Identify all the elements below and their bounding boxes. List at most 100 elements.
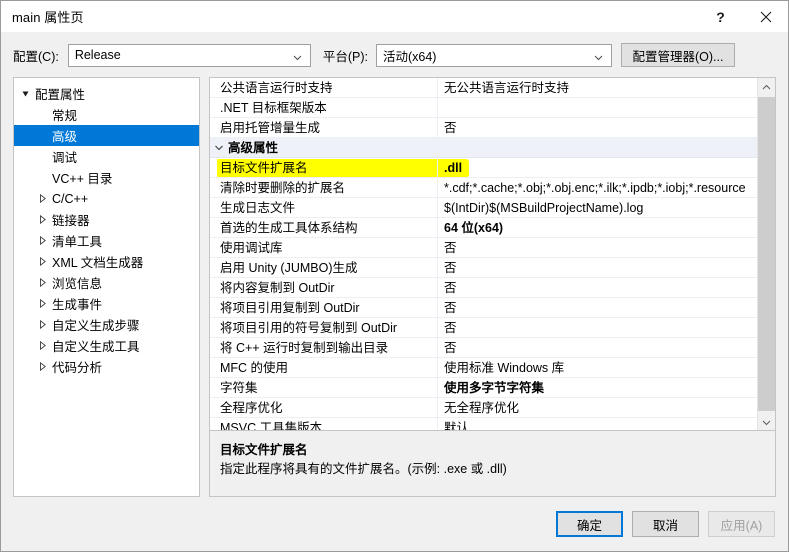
tree-item-6[interactable]: 链接器 <box>14 209 199 230</box>
property-name-cell: 清除时要删除的扩展名 <box>210 177 438 198</box>
property-value-cell[interactable]: 无公共语言运行时支持 <box>438 78 757 98</box>
tree-item-8[interactable]: XML 文档生成器 <box>14 251 199 272</box>
property-value-cell[interactable]: 否 <box>438 318 757 338</box>
property-row[interactable]: 将 C++ 运行时复制到输出目录否 <box>210 337 757 358</box>
property-row[interactable]: 生成日志文件 $(IntDir)$(MSBuildProjectName).log <box>210 197 757 218</box>
tree-item-label: 清单工具 <box>52 235 103 249</box>
property-value-cell[interactable]: 否 <box>438 298 757 318</box>
tree-item-12[interactable]: 自定义生成工具 <box>14 335 199 356</box>
apply-button[interactable]: 应用(A) <box>708 511 775 537</box>
triangle-right-icon <box>36 257 50 266</box>
property-value-cell[interactable]: 否 <box>438 278 757 298</box>
property-value-cell[interactable]: *.cdf;*.cache;*.obj;*.obj.enc;*.ilk;*.ip… <box>438 178 757 198</box>
property-tree[interactable]: 配置属性常规高级调试 VC++ 目录 C/C++ 链接器清单工具 XML 文档生成器浏览… <box>13 77 200 497</box>
property-name-cell: 高级属性 <box>210 138 438 158</box>
cancel-button[interactable]: 取消 <box>632 511 699 537</box>
property-row[interactable]: .NET 目标框架版本 <box>210 97 757 118</box>
tree-item-1[interactable]: 常规 <box>14 104 199 125</box>
property-row[interactable]: 首选的生成工具体系结构 64 位(x64) <box>210 217 757 238</box>
property-value-cell[interactable]: 无全程序优化 <box>438 398 757 418</box>
property-value-cell[interactable]: 否 <box>438 118 757 138</box>
property-row[interactable]: 清除时要删除的扩展名 *.cdf;*.cache;*.obj;*.obj.enc;… <box>210 177 757 198</box>
property-row[interactable]: 全程序优化 无全程序优化 <box>210 397 757 418</box>
property-row[interactable]: 字符集 使用多字节字符集 <box>210 377 757 398</box>
property-row[interactable]: 启用 Unity (JUMBO)生成否 <box>210 257 757 278</box>
property-name-cell: 公共语言运行时支持 <box>210 78 438 98</box>
tree-item-9[interactable]: 浏览信息 <box>14 272 199 293</box>
property-value-cell[interactable]: 使用多字节字符集 <box>438 378 757 398</box>
tree-item-11[interactable]: 自定义生成步骤 <box>14 314 199 335</box>
property-name-cell: 将 C++ 运行时复制到输出目录 <box>210 337 438 358</box>
property-row[interactable]: 使用调试库否 <box>210 237 757 258</box>
property-row[interactable]: 将项目引用复制到 OutDir 否 <box>210 297 757 318</box>
tree-item-label: 浏览信息 <box>52 277 103 291</box>
property-grid[interactable]: 公共语言运行时支持 无公共语言运行时支持 .NET 目标框架版本 启用托管增量生成否高… <box>209 77 776 431</box>
platform-dropdown[interactable]: 活动(x64) <box>375 43 612 67</box>
property-name-cell: 首选的生成工具体系结构 <box>210 217 438 238</box>
tree-item-label: 自定义生成工具 <box>52 340 140 354</box>
tree-item-label: 调试 <box>52 151 78 165</box>
triangle-right-icon <box>36 278 50 287</box>
property-row[interactable]: 将项目引用的符号复制到 OutDir 否 <box>210 317 757 338</box>
property-value-cell[interactable]: 否 <box>438 258 757 278</box>
tree-item-13[interactable]: 代码分析 <box>14 356 199 377</box>
platform-label: 平台(P): <box>322 49 368 64</box>
tree-item-10[interactable]: 生成事件 <box>14 293 199 314</box>
property-name-cell: 字符集 <box>210 377 438 398</box>
tree-item-5[interactable]: C/C++ <box>14 188 199 209</box>
ok-button[interactable]: 确定 <box>556 511 623 537</box>
configuration-dropdown[interactable]: Release <box>67 43 311 67</box>
property-name-cell: 将项目引用复制到 OutDir <box>210 297 438 318</box>
property-value-cell[interactable]: 否 <box>438 238 757 258</box>
description-text: 指定此程序将具有的文件扩展名。(示例: .exe 或 .dll) <box>220 462 507 476</box>
triangle-right-icon <box>36 194 50 203</box>
triangle-right-icon <box>36 299 50 308</box>
property-row[interactable]: 将内容复制到 OutDir 否 <box>210 277 757 298</box>
property-value-cell[interactable]: $(IntDir)$(MSBuildProjectName).log <box>438 198 757 218</box>
close-button[interactable] <box>743 1 788 32</box>
scroll-thumb[interactable] <box>758 97 775 411</box>
property-name-cell: 将内容复制到 OutDir <box>210 277 438 298</box>
property-name-cell: 使用调试库 <box>210 237 438 258</box>
tree-item-7[interactable]: 清单工具 <box>14 230 199 251</box>
scroll-track[interactable] <box>758 95 775 413</box>
help-button[interactable]: ? <box>698 1 743 32</box>
property-value-cell[interactable]: 64 位(x64) <box>438 218 757 238</box>
property-row[interactable]: MFC 的使用 使用标准 Windows 库 <box>210 357 757 378</box>
property-value-cell[interactable] <box>438 138 757 158</box>
scroll-up-button[interactable] <box>758 78 775 95</box>
tree-item-label: 生成事件 <box>52 298 103 312</box>
tree-item-label: 高级 <box>52 130 78 144</box>
tree-item-4[interactable]: VC++ 目录 <box>14 167 199 188</box>
chevron-up-icon <box>762 80 771 94</box>
scroll-down-button[interactable] <box>758 413 775 430</box>
tree-item-label: 代码分析 <box>52 361 103 375</box>
tree-item-label: 配置属性 <box>35 88 86 102</box>
tree-item-label: VC++ 目录 <box>52 172 113 186</box>
property-name-cell: 全程序优化 <box>210 397 438 418</box>
title-bar-buttons: ? <box>698 1 788 32</box>
tree-item-label: C/C++ <box>52 191 89 206</box>
configuration-manager-button[interactable]: 配置管理器(O)... <box>620 43 735 67</box>
tree-item-0[interactable]: 配置属性 <box>14 83 199 104</box>
property-row[interactable]: 目标文件扩展名 .dll <box>210 157 757 178</box>
property-value-cell[interactable]: 否 <box>438 338 757 358</box>
property-row[interactable]: 公共语言运行时支持 无公共语言运行时支持 <box>210 78 757 98</box>
chevron-down-icon[interactable] <box>210 144 228 152</box>
dialog-footer: 确定 取消 应用(A) <box>1 497 788 551</box>
property-row[interactable]: MSVC 工具集版本 默认 <box>210 417 757 431</box>
property-value-cell[interactable]: 默认 <box>438 418 757 431</box>
tree-item-label: 自定义生成步骤 <box>52 319 140 333</box>
property-value-cell[interactable]: .dll <box>438 158 757 178</box>
property-row[interactable]: 启用托管增量生成否 <box>210 117 757 138</box>
property-value-cell[interactable]: 使用标准 Windows 库 <box>438 358 757 378</box>
dialog-body: 配置属性常规高级调试 VC++ 目录 C/C++ 链接器清单工具 XML 文档生成器浏览… <box>1 70 788 497</box>
property-value-cell[interactable] <box>438 98 757 118</box>
triangle-right-icon <box>36 215 50 224</box>
tree-item-3[interactable]: 调试 <box>14 146 199 167</box>
tree-item-2[interactable]: 高级 <box>14 125 199 146</box>
description-pane: 目标文件扩展名 指定此程序将具有的文件扩展名。(示例: .exe 或 .dll) <box>209 431 776 497</box>
grid-scrollbar[interactable] <box>757 78 775 430</box>
property-category-row[interactable]: 高级属性 <box>210 138 757 158</box>
question-mark-icon: ? <box>716 8 725 25</box>
